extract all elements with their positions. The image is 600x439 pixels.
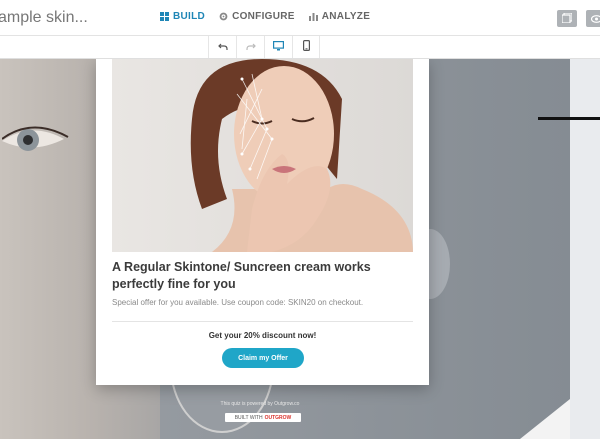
divider [112, 321, 413, 322]
tab-analyze-label: ANALYZE [321, 11, 371, 22]
preview-button[interactable] [586, 10, 600, 27]
tab-configure-label: CONFIGURE [232, 11, 295, 22]
quiz-title[interactable]: ample skin... [0, 9, 88, 27]
result-photo [112, 59, 413, 252]
tab-build[interactable]: BUILD [160, 11, 205, 22]
mobile-view-button[interactable] [292, 36, 320, 58]
undo-button[interactable] [208, 36, 236, 58]
tab-analyze[interactable]: ANALYZE [308, 11, 371, 22]
built-with-badge[interactable]: BUILT WITH OUTGROW [225, 413, 301, 422]
background-line [538, 117, 600, 120]
background-right-panel [570, 59, 600, 439]
cta-heading: Get your 20% discount now! [208, 331, 317, 340]
background-eye [2, 126, 69, 151]
result-heading: A Regular Skintone/ Suncreen cream works… [112, 260, 371, 291]
claim-offer-button[interactable]: Claim my Offer [222, 348, 304, 368]
pages-button[interactable] [557, 10, 577, 27]
redo-button[interactable] [236, 36, 264, 58]
background-corner [520, 399, 570, 439]
editor-toolbar [0, 36, 600, 59]
offer-text: Special offer for you available. Use cou… [112, 298, 364, 307]
powered-by-text: This quiz is powered by Outgrow.co [220, 401, 300, 407]
built-with-label: BUILT WITH [234, 414, 263, 421]
redo-icon [245, 38, 256, 56]
eye-icon [590, 10, 600, 28]
pages-icon [561, 10, 573, 28]
undo-icon [217, 38, 228, 56]
main-nav: BUILD CONFIGURE ANALYZE [160, 11, 370, 22]
desktop-icon [273, 38, 285, 56]
quiz-canvas: A Regular Skintone/ Suncreen cream works… [0, 59, 600, 439]
build-icon [160, 12, 169, 21]
tab-configure[interactable]: CONFIGURE [219, 11, 295, 22]
result-card: A Regular Skintone/ Suncreen cream works… [96, 59, 429, 385]
tab-build-label: BUILD [173, 11, 206, 22]
gear-icon [219, 12, 228, 21]
top-bar: ample skin... BUILD CONFIGURE ANALYZE [0, 0, 600, 36]
outgrow-logo: OUTGROW [264, 414, 292, 421]
mobile-icon [302, 38, 310, 56]
bar-chart-icon [308, 12, 318, 21]
desktop-view-button[interactable] [264, 36, 292, 58]
